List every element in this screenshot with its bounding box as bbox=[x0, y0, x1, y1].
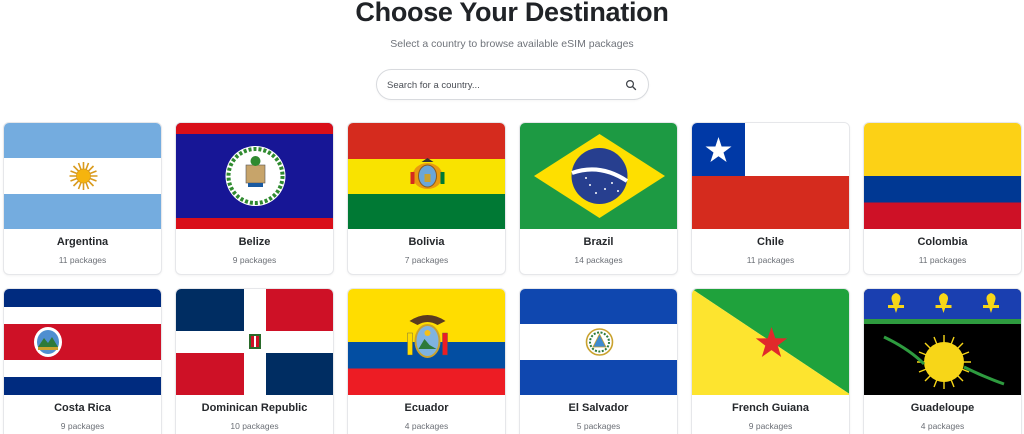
country-name: Bolivia bbox=[408, 236, 445, 248]
country-card-colombia[interactable]: Colombia 11 packages bbox=[863, 122, 1022, 275]
country-card-bolivia[interactable]: Bolivia 7 packages bbox=[347, 122, 506, 275]
flag-belize bbox=[176, 123, 333, 229]
package-count: 14 packages bbox=[574, 255, 623, 265]
country-card-argentina[interactable]: Argentina 11 packages bbox=[3, 122, 162, 275]
package-count: 11 packages bbox=[746, 255, 795, 265]
country-name: Costa Rica bbox=[54, 402, 111, 414]
country-name: Belize bbox=[238, 236, 271, 248]
country-card-chile[interactable]: Chile 11 packages bbox=[691, 122, 850, 275]
package-count: 5 packages bbox=[576, 421, 621, 431]
country-name: El Salvador bbox=[568, 402, 629, 414]
country-card-brazil[interactable]: Brazil 14 packages bbox=[519, 122, 678, 275]
country-card-french-guiana[interactable]: French Guiana 9 packages bbox=[691, 288, 850, 434]
package-count: 11 packages bbox=[58, 255, 107, 265]
country-name: Brazil bbox=[583, 236, 614, 248]
country-card-el-salvador[interactable]: El Salvador 5 packages bbox=[519, 288, 678, 434]
package-count: 9 packages bbox=[748, 421, 793, 431]
country-card-costa-rica[interactable]: Costa Rica 9 packages bbox=[3, 288, 162, 434]
country-grid: Argentina 11 packages Belize 9 packages bbox=[0, 0, 1024, 434]
package-count: 10 packages bbox=[230, 421, 279, 431]
flag-chile bbox=[692, 123, 849, 229]
package-count: 4 packages bbox=[920, 421, 965, 431]
package-count: 9 packages bbox=[232, 255, 277, 265]
package-count: 9 packages bbox=[60, 421, 105, 431]
country-card-ecuador[interactable]: Ecuador 4 packages bbox=[347, 288, 506, 434]
country-name: Guadeloupe bbox=[910, 402, 975, 414]
country-name: Colombia bbox=[917, 236, 968, 248]
country-name: Dominican Republic bbox=[201, 402, 308, 414]
package-count: 4 packages bbox=[404, 421, 449, 431]
country-name: French Guiana bbox=[731, 402, 810, 414]
country-name: Argentina bbox=[56, 236, 109, 248]
flag-dominican-republic bbox=[176, 289, 333, 395]
flag-ecuador bbox=[348, 289, 505, 395]
flag-brazil bbox=[520, 123, 677, 229]
country-name: Ecuador bbox=[404, 402, 449, 414]
flag-el-salvador bbox=[520, 289, 677, 395]
flag-colombia bbox=[864, 123, 1021, 229]
country-card-guadeloupe[interactable]: Guadeloupe 4 packages bbox=[863, 288, 1022, 434]
flag-argentina bbox=[4, 123, 161, 229]
flag-guadeloupe bbox=[864, 289, 1021, 395]
flag-bolivia bbox=[348, 123, 505, 229]
country-card-dominican-republic[interactable]: Dominican Republic 10 packages bbox=[175, 288, 334, 434]
flag-french-guiana bbox=[692, 289, 849, 395]
country-card-belize[interactable]: Belize 9 packages bbox=[175, 122, 334, 275]
package-count: 7 packages bbox=[404, 255, 449, 265]
country-name: Chile bbox=[757, 236, 784, 248]
flag-costa-rica bbox=[4, 289, 161, 395]
package-count: 11 packages bbox=[918, 255, 967, 265]
